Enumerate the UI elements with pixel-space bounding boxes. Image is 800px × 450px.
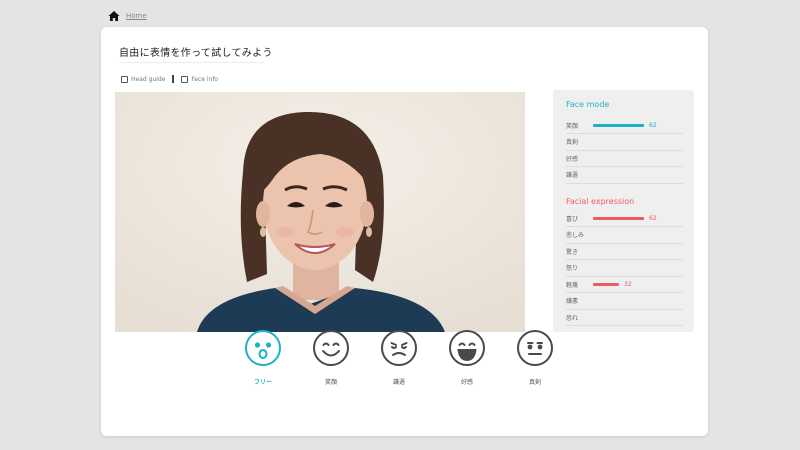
page-title: 自由に表情を作って試してみよう <box>119 48 273 59</box>
metric-row: 真剣 <box>566 134 683 151</box>
head-guide-toggle[interactable]: Head guide <box>121 75 166 83</box>
face-mode-label: フリー <box>253 379 272 386</box>
metric-value: 62 <box>649 121 657 129</box>
metric-row: 嫌悪 <box>566 293 683 310</box>
metric-value: 62 <box>649 214 657 222</box>
metric-row: 驚き <box>566 243 683 260</box>
metric-label: 嫌悪 <box>566 298 579 305</box>
metric-value: 32 <box>624 280 632 288</box>
metric-label: 笑顔 <box>566 122 579 130</box>
metric-row: 恐れ <box>566 309 683 326</box>
metric-label: 軽蔑 <box>566 281 579 289</box>
metric-row: 笑顔 62 <box>566 117 683 134</box>
face-mode-button[interactable]: 謙遜 <box>372 329 426 386</box>
checkbox-icon[interactable] <box>181 75 189 83</box>
breadcrumb: Home <box>108 10 147 22</box>
grin-face-icon <box>448 329 486 371</box>
metric-row: 怒り <box>566 260 683 277</box>
home-link[interactable]: Home <box>126 12 147 20</box>
metric-label: 真剣 <box>566 139 579 146</box>
modest-face-icon <box>380 329 418 371</box>
display-toggles: Head guide Face info <box>121 75 218 83</box>
metric-row: 軽蔑 32 <box>566 276 683 293</box>
metric-bar <box>593 216 644 220</box>
face-info-toggle[interactable]: Face info <box>181 75 219 83</box>
toggle-separator <box>172 75 175 83</box>
face-mode-button[interactable]: フリー <box>236 329 290 386</box>
metric-label: 恐れ <box>566 314 579 322</box>
camera-feed <box>115 92 525 332</box>
face-info-label: Face info <box>191 75 219 83</box>
metric-bar <box>593 282 619 286</box>
title-divider <box>119 62 264 63</box>
metric-bar <box>593 123 644 127</box>
face-mode-button[interactable]: 真剣 <box>508 329 562 386</box>
metric-label: 好感 <box>566 155 579 163</box>
metric-row: 謙遜 <box>566 167 683 184</box>
free-face-icon <box>244 329 282 371</box>
analysis-panel: Face mode 笑顔 62 真剣好感謙遜 Facial expression 喜… <box>553 90 694 332</box>
smile-face-icon <box>312 329 350 371</box>
face-mode-button[interactable]: 好感 <box>440 329 494 386</box>
head-guide-label: Head guide <box>131 75 166 83</box>
home-icon[interactable] <box>108 10 120 22</box>
facial-expression-title: Facial expression <box>566 197 635 206</box>
metric-label: 喜び <box>566 215 579 223</box>
metric-row: 喜び 62 <box>566 210 683 227</box>
face-mode-label: 笑顔 <box>324 379 337 386</box>
metric-row: 悲しみ <box>566 227 683 244</box>
face-mode-label: 謙遜 <box>392 379 405 386</box>
face-mode-title: Face mode <box>566 100 610 109</box>
face-mode-label: 真剣 <box>528 379 541 386</box>
metric-row: 好感 <box>566 150 683 167</box>
face-mode-label: 好感 <box>460 379 473 386</box>
metric-label: 怒り <box>566 265 579 272</box>
metric-label: 悲しみ <box>566 232 585 239</box>
face-mode-button[interactable]: 笑顔 <box>304 329 358 386</box>
metric-label: 驚き <box>566 248 579 256</box>
metric-label: 謙遜 <box>566 172 579 179</box>
checkbox-icon[interactable] <box>121 75 128 83</box>
camera-person-image <box>115 92 525 332</box>
serious-face-icon <box>516 329 554 371</box>
